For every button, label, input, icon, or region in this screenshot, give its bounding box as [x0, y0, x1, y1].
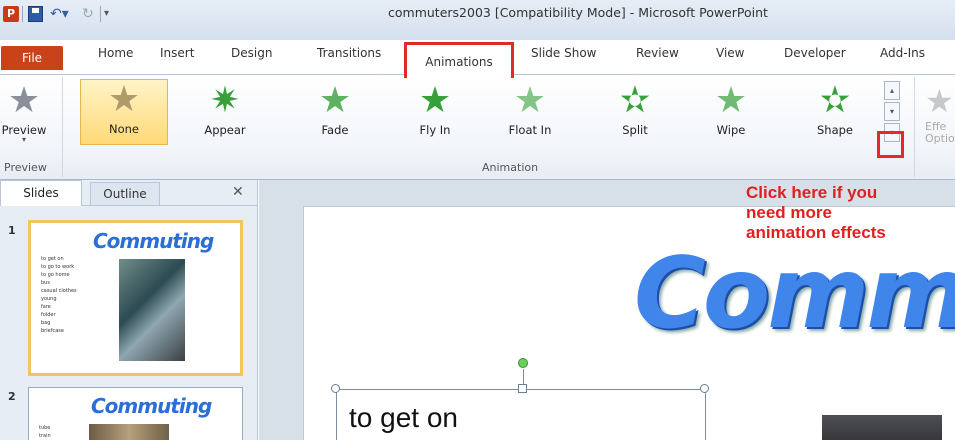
effect-label: Wipe: [716, 123, 746, 137]
effect-label: Appear: [204, 123, 246, 137]
chevron-down-icon: ▾: [21, 135, 26, 144]
list-item: to get on: [41, 256, 64, 262]
tab-animations[interactable]: Animations: [404, 42, 514, 78]
list-item: folder: [41, 312, 56, 318]
thumbnail-word-list: tube train: [39, 424, 51, 440]
tab-developer[interactable]: Developer: [784, 46, 846, 60]
resize-handle[interactable]: [331, 384, 340, 393]
tab-add-ins[interactable]: Add-Ins: [880, 46, 925, 60]
effect-shape-button[interactable]: ✫ Shape: [798, 81, 872, 145]
effect-options-label-2: Optio: [925, 132, 955, 145]
tab-slides[interactable]: Slides: [0, 180, 82, 206]
slide-number: 1: [8, 224, 16, 237]
list-item: bus: [41, 280, 50, 286]
effect-label: Float In: [508, 123, 552, 137]
effect-label: None: [108, 122, 139, 136]
fly-in-star-icon: ★: [418, 80, 452, 121]
none-star-icon: ★: [107, 79, 141, 120]
window-title: commuters2003 [Compatibility Mode] - Mic…: [388, 5, 768, 20]
ribbon-tab-row: File Home Insert Design Transitions Anim…: [0, 40, 955, 78]
slide-thumbnail-1[interactable]: Commuting to get on to go to work to go …: [28, 220, 243, 376]
customize-qat-icon[interactable]: ▾: [104, 6, 116, 22]
preview-button[interactable]: ★ Preview ▾: [0, 81, 48, 145]
powerpoint-app-icon[interactable]: P: [3, 6, 19, 22]
list-item: tube: [39, 425, 51, 431]
effect-split-button[interactable]: ✫ Split: [600, 81, 670, 145]
list-item: to go to work: [41, 264, 75, 270]
panel-tabs: Slides Outline ✕: [0, 180, 258, 206]
effect-fly-in-button[interactable]: ★ Fly In: [400, 81, 470, 145]
tab-design[interactable]: Design: [231, 46, 272, 60]
appear-star-icon: ✷: [209, 80, 241, 121]
tab-slide-show[interactable]: Slide Show: [531, 46, 596, 60]
thumbnail-word-list: to get on to go to work to go home bus c…: [41, 255, 77, 335]
slide-text-box[interactable]: to get on: [331, 384, 709, 440]
gallery-scroll-up-icon[interactable]: ▴: [884, 81, 900, 100]
slides-panel: Slides Outline ✕ 1 Commuting to get on t…: [0, 180, 258, 440]
annotation-callout: Click here if you need more animation ef…: [746, 183, 886, 242]
fade-star-icon: ★: [318, 80, 352, 121]
title-bar: P ↶▾ ↻ ▾ commuters2003 [Compatibility Mo…: [0, 0, 955, 40]
thumbnail-title: Commuting: [93, 229, 214, 253]
list-item: train: [39, 433, 51, 439]
effect-float-in-button[interactable]: ★ Float In: [492, 81, 568, 145]
thumbnail-title: Commuting: [91, 394, 212, 418]
resize-handle[interactable]: [518, 384, 527, 393]
preview-group-label: Preview: [4, 161, 47, 174]
effect-label: Shape: [816, 123, 853, 137]
resize-handle[interactable]: [700, 384, 709, 393]
effect-options-star-icon: ★: [925, 82, 954, 120]
effect-options-button[interactable]: ★ Effe Optio: [925, 81, 955, 145]
tab-home[interactable]: Home: [98, 46, 133, 60]
tab-insert[interactable]: Insert: [160, 46, 194, 60]
tab-transitions[interactable]: Transitions: [317, 46, 381, 60]
tab-review[interactable]: Review: [636, 46, 679, 60]
list-item: young: [41, 296, 57, 302]
tab-file[interactable]: File: [1, 46, 63, 70]
rotate-handle[interactable]: [518, 358, 528, 368]
tab-view[interactable]: View: [716, 46, 744, 60]
close-icon[interactable]: ✕: [232, 184, 244, 200]
effect-label: Fly In: [419, 123, 451, 137]
thumbnail-photo: [89, 424, 169, 440]
slide-thumbnail-2[interactable]: Commuting tube train: [28, 387, 243, 440]
group-separator: [914, 77, 915, 177]
effect-wipe-button[interactable]: ★ Wipe: [696, 81, 766, 145]
float-in-star-icon: ★: [513, 80, 547, 121]
shape-star-icon: ✫: [819, 80, 851, 121]
effect-label: Fade: [321, 123, 349, 137]
group-separator: [62, 77, 63, 177]
list-item: briefcase: [41, 328, 64, 334]
list-item: fare: [41, 304, 51, 310]
effect-fade-button[interactable]: ★ Fade: [300, 81, 370, 145]
text-box-content[interactable]: to get on: [349, 402, 458, 434]
undo-icon[interactable]: ↶▾: [50, 6, 74, 22]
animation-group-label: Animation: [482, 161, 539, 174]
animations-ribbon: ★ Preview ▾ ★ None ✷ Appear ★ Fade ★ Fly…: [0, 74, 955, 180]
slide-number: 2: [8, 390, 16, 403]
qat-separator: [100, 6, 101, 22]
effect-appear-button[interactable]: ✷ Appear: [190, 81, 260, 145]
effect-none-button[interactable]: ★ None: [80, 79, 168, 145]
gallery-scroll-down-icon[interactable]: ▾: [884, 102, 900, 121]
preview-star-icon: ★: [7, 80, 41, 121]
effect-label: Split: [622, 123, 648, 137]
thumbnail-photo: [119, 259, 185, 361]
slide-photo[interactable]: [822, 415, 942, 440]
split-star-icon: ✫: [619, 80, 651, 121]
save-icon[interactable]: [28, 6, 43, 22]
list-item: bag: [41, 320, 51, 326]
list-item: to go home: [41, 272, 70, 278]
list-item: casual clothes: [41, 288, 77, 294]
redo-icon[interactable]: ↻: [82, 6, 96, 22]
qat-separator: [22, 6, 23, 22]
tab-outline[interactable]: Outline: [90, 182, 160, 206]
more-button-highlight: [877, 131, 904, 158]
slide-title[interactable]: Comm: [634, 237, 955, 351]
wipe-star-icon: ★: [714, 80, 748, 121]
